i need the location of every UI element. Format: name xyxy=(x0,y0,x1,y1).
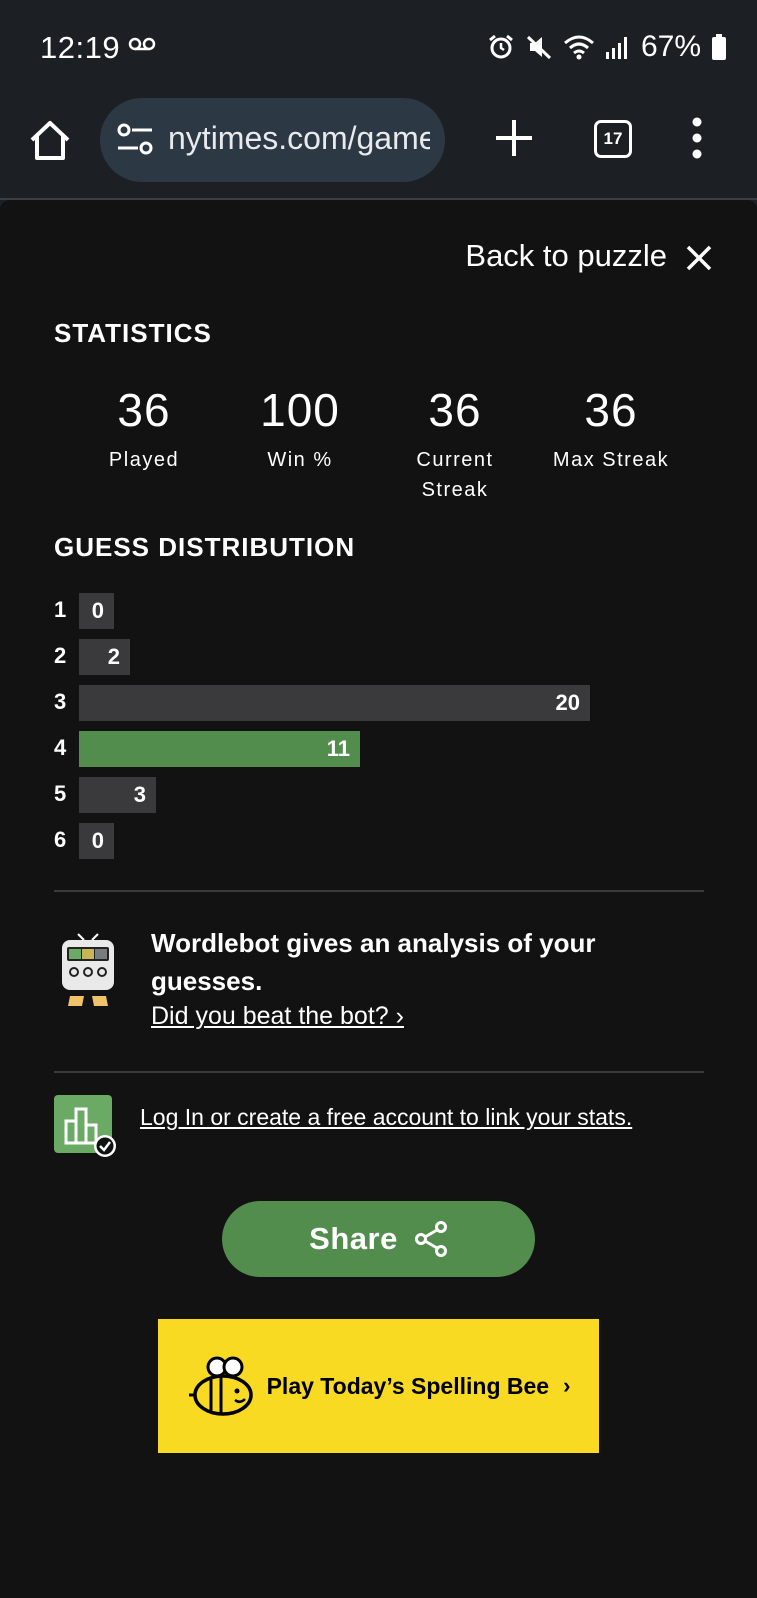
stat-value: 36 xyxy=(117,384,171,436)
distribution-row: 60 xyxy=(54,823,704,859)
alarm-icon xyxy=(489,34,513,59)
back-to-puzzle-link[interactable]: Back to puzzle xyxy=(465,238,667,274)
stat-value: 36 xyxy=(428,384,482,436)
distribution-row: 10 xyxy=(54,593,704,629)
distribution-row: 3 20 xyxy=(54,685,704,721)
address-bar[interactable]: nytimes.com/games/wordle xyxy=(100,98,445,182)
distribution-bar: 0 xyxy=(79,823,114,859)
chevron-right-icon: › xyxy=(563,1373,571,1398)
distribution-guess-number: 5 xyxy=(54,781,67,806)
statistics-heading: STATISTICS xyxy=(54,318,212,348)
more-menu-icon[interactable] xyxy=(690,116,704,160)
new-tab-icon[interactable] xyxy=(494,116,534,160)
stat-current-streak: 36 Current Streak xyxy=(380,385,530,505)
share-icon xyxy=(414,1221,447,1257)
battery-icon xyxy=(712,34,726,60)
wordlebot-icon xyxy=(62,933,114,1006)
url-text[interactable]: nytimes.com/games/wordle xyxy=(168,120,430,157)
distribution-guess-number: 2 xyxy=(54,643,67,668)
stat-label: Current Streak xyxy=(416,449,494,501)
tab-switcher-button[interactable]: 17 xyxy=(594,120,632,158)
spelling-bee-label: Play Today’s Spelling Bee xyxy=(266,1372,550,1399)
stat-win-percent: 100 Win % xyxy=(225,385,375,475)
distribution-guess-number: 3 xyxy=(54,689,67,714)
spelling-bee-icon xyxy=(188,1356,253,1416)
distribution-bar: 0 xyxy=(79,593,114,629)
share-button[interactable]: Share xyxy=(222,1201,535,1277)
guess-distribution-heading: GUESS DISTRIBUTION xyxy=(54,532,356,562)
distribution-bar: 20 xyxy=(79,685,590,721)
battery-percent: 67% xyxy=(640,30,701,63)
wifi-icon xyxy=(563,35,594,60)
status-time: 12:19 xyxy=(40,30,121,65)
close-icon[interactable] xyxy=(685,244,713,272)
spelling-bee-banner[interactable]: Play Today’s Spelling Bee › xyxy=(158,1319,599,1453)
distribution-bar: 3 xyxy=(79,777,156,813)
stat-label: Played xyxy=(108,449,180,471)
stat-value: 36 xyxy=(584,384,638,436)
signal-icon xyxy=(605,37,627,59)
voicemail-icon xyxy=(128,37,156,51)
statistics-modal: Back to puzzle STATISTICS 36 Played 100 … xyxy=(0,200,757,1598)
share-label: Share xyxy=(309,1221,398,1256)
distribution-row: 4 11 xyxy=(54,731,704,767)
stats-chart-icon xyxy=(54,1095,116,1157)
distribution-row: 53 xyxy=(54,777,704,813)
status-bar: 12:19 67% xyxy=(0,0,757,96)
divider xyxy=(54,890,704,892)
distribution-guess-number: 6 xyxy=(54,827,67,852)
site-settings-icon[interactable] xyxy=(116,122,154,156)
login-link[interactable]: Log In or create a free account to link … xyxy=(140,1104,632,1131)
distribution-guess-number: 4 xyxy=(54,735,67,760)
divider xyxy=(54,1071,704,1073)
distribution-guess-number: 1 xyxy=(54,597,67,622)
stat-label: Win % xyxy=(267,449,333,471)
stat-label: Max Streak xyxy=(552,449,670,471)
mute-icon xyxy=(526,35,551,60)
distribution-bar: 11 xyxy=(79,731,360,767)
beat-the-bot-link[interactable]: Did you beat the bot? › xyxy=(151,1002,404,1031)
distribution-row: 22 xyxy=(54,639,704,675)
home-icon[interactable] xyxy=(28,118,72,162)
stat-max-streak: 36 Max Streak xyxy=(531,385,691,475)
wordlebot-description: Wordlebot gives an analysis of your gues… xyxy=(151,928,596,996)
distribution-bar: 2 xyxy=(79,639,130,675)
stat-played: 36 Played xyxy=(69,385,219,475)
browser-toolbar: nytimes.com/games/wordle 17 xyxy=(0,96,757,200)
stat-value: 100 xyxy=(260,384,340,436)
